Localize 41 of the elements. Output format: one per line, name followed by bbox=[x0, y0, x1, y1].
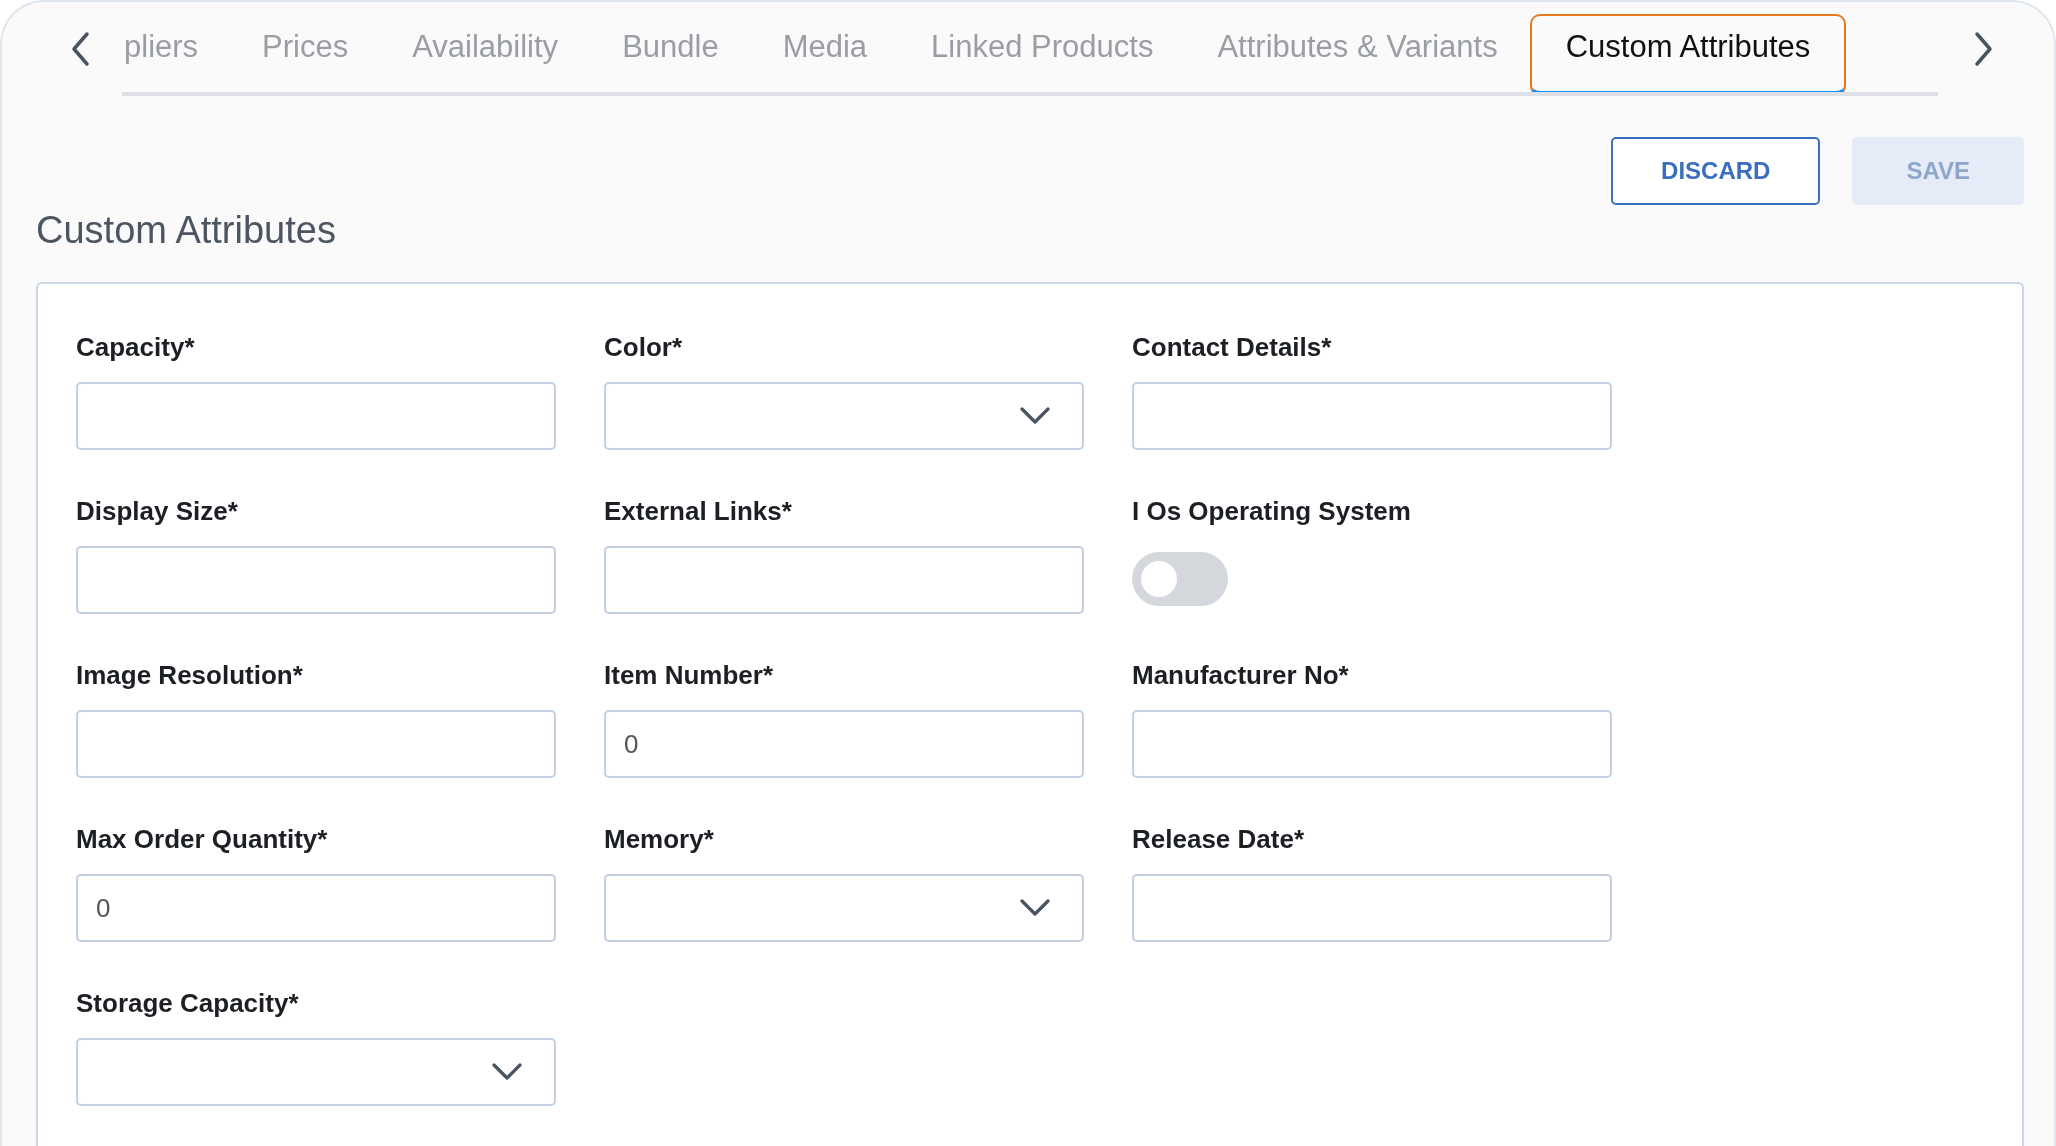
text-input-field[interactable] bbox=[1132, 382, 1612, 450]
tab[interactable]: Availability bbox=[380, 2, 591, 92]
field-label: Display Size* bbox=[76, 496, 239, 528]
field-label: Memory* bbox=[604, 824, 715, 856]
text-input-field[interactable] bbox=[1132, 710, 1612, 778]
field-label: External Links* bbox=[604, 496, 793, 528]
text-input-field[interactable] bbox=[76, 382, 556, 450]
tab[interactable]: Bundle bbox=[590, 2, 751, 92]
field-label: Storage Capacity* bbox=[76, 988, 300, 1020]
chevron-right-icon[interactable] bbox=[1972, 31, 1994, 67]
text-input-field[interactable] bbox=[76, 546, 556, 614]
dropdown-field[interactable] bbox=[604, 382, 1084, 450]
field-label: I Os Operating System bbox=[1132, 496, 1412, 528]
toggle-switch[interactable] bbox=[1132, 552, 1228, 606]
discard-button[interactable]: DISCARD bbox=[1611, 137, 1821, 205]
field-label: Capacity* bbox=[76, 332, 196, 364]
text-input-field[interactable]: 0 bbox=[76, 874, 556, 942]
field-label: Contact Details* bbox=[1132, 332, 1333, 364]
tab[interactable]: Attributes & Variants bbox=[1185, 2, 1530, 92]
tab[interactable]: Prices bbox=[230, 2, 381, 92]
chevron-down-icon bbox=[492, 1063, 522, 1081]
dropdown-field[interactable] bbox=[76, 1038, 556, 1106]
tab[interactable]: Media bbox=[750, 2, 900, 92]
field-label: Image Resolution* bbox=[76, 660, 304, 692]
tab[interactable]: Linked Products bbox=[899, 2, 1186, 92]
text-input-field[interactable]: 0 bbox=[604, 710, 1084, 778]
tab[interactable]: Custom Attributes bbox=[1529, 14, 1847, 92]
dropdown-field[interactable] bbox=[604, 874, 1084, 942]
text-input-field[interactable] bbox=[604, 546, 1084, 614]
chevron-down-icon bbox=[1020, 407, 1050, 425]
section-title: Custom Attributes bbox=[36, 209, 337, 252]
chevron-down-icon bbox=[1020, 899, 1050, 917]
chevron-left-icon[interactable] bbox=[70, 31, 92, 67]
text-input-field[interactable] bbox=[1132, 874, 1612, 942]
field-label: Manufacturer No* bbox=[1132, 660, 1350, 692]
field-label: Color* bbox=[604, 332, 683, 364]
field-label: Max Order Quantity* bbox=[76, 824, 329, 856]
tab[interactable]: pliers bbox=[122, 2, 231, 92]
field-label: Release Date* bbox=[1132, 824, 1305, 856]
field-label: Item Number* bbox=[604, 660, 775, 692]
text-input-field[interactable] bbox=[76, 710, 556, 778]
